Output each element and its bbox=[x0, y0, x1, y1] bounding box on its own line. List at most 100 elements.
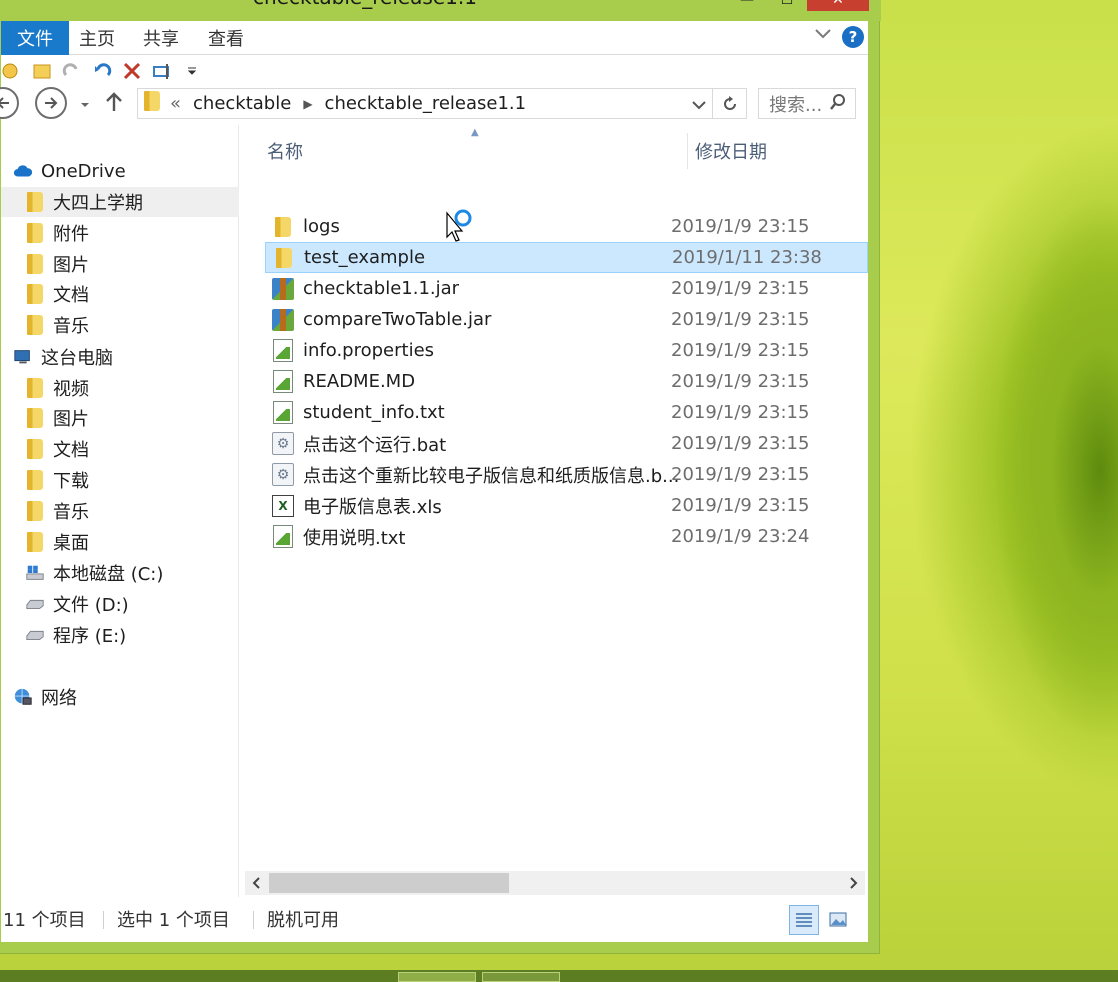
file-date: 2019/1/9 23:15 bbox=[671, 371, 810, 392]
scrollbar-thumb[interactable] bbox=[269, 873, 509, 893]
taskbar-item[interactable] bbox=[482, 972, 560, 982]
tab-file[interactable]: 文件 bbox=[1, 21, 69, 55]
details-view-button[interactable] bbox=[789, 905, 819, 935]
cloud-icon bbox=[13, 161, 33, 181]
horizontal-scrollbar[interactable] bbox=[245, 871, 865, 895]
search-placeholder: 搜索... bbox=[769, 94, 823, 116]
sidebar-item[interactable]: 桌面 bbox=[1, 527, 239, 557]
breadcrumb-release[interactable]: checktable_release1.1 bbox=[325, 93, 527, 114]
column-header-date[interactable]: 修改日期 bbox=[695, 125, 767, 177]
delete-icon[interactable] bbox=[121, 60, 143, 82]
tab-view[interactable]: 查看 bbox=[208, 21, 244, 55]
search-icon[interactable] bbox=[829, 93, 847, 116]
file-row[interactable]: ⚙ 点击这个重新比较电子版信息和纸质版信息.b... 2019/1/9 23:15 bbox=[265, 459, 868, 490]
properties-icon[interactable] bbox=[1, 60, 23, 82]
arrow-left-icon bbox=[0, 97, 9, 109]
sidebar-item[interactable]: 文件 (D:) bbox=[1, 589, 239, 619]
sidebar-item-label: 文档 bbox=[53, 440, 89, 461]
file-name: 点击这个重新比较电子版信息和纸质版信息.b... bbox=[303, 465, 680, 487]
maximize-button[interactable]: ☐ bbox=[767, 0, 807, 11]
file-row[interactable]: 使用说明.txt 2019/1/9 23:24 bbox=[265, 521, 868, 552]
sidebar-item[interactable]: 图片 bbox=[1, 403, 239, 433]
chevron-right-icon[interactable]: ▶ bbox=[303, 97, 312, 111]
details-view-icon bbox=[796, 913, 812, 927]
sidebar-item-label: 图片 bbox=[53, 409, 89, 430]
sidebar-item[interactable]: 视频 bbox=[1, 373, 239, 403]
status-item-count: 11 个项目 bbox=[3, 910, 86, 931]
tab-home[interactable]: 主页 bbox=[79, 21, 115, 55]
file-row[interactable]: student_info.txt 2019/1/9 23:15 bbox=[265, 397, 868, 428]
help-button[interactable]: ? bbox=[842, 26, 864, 48]
refresh-button[interactable] bbox=[713, 88, 747, 119]
file-row[interactable]: ⚙ 点击这个运行.bat 2019/1/9 23:15 bbox=[265, 428, 868, 459]
jar-file-icon bbox=[271, 308, 295, 332]
sidebar-item-label: 文件 (D:) bbox=[53, 595, 129, 616]
column-header-name[interactable]: 名称 bbox=[267, 125, 303, 177]
sidebar-item[interactable]: 程序 (E:) bbox=[1, 620, 239, 650]
file-name: 使用说明.txt bbox=[303, 527, 406, 549]
sidebar-item[interactable]: 大四上学期 bbox=[1, 187, 239, 217]
path-overflow[interactable]: « bbox=[170, 93, 181, 114]
sidebar-item-label: OneDrive bbox=[41, 160, 126, 182]
tab-share[interactable]: 共享 bbox=[143, 21, 179, 55]
minimize-button[interactable]: — bbox=[727, 0, 767, 11]
file-date: 2019/1/11 23:38 bbox=[672, 247, 822, 268]
customize-toolbar-icon[interactable] bbox=[181, 60, 203, 82]
sidebar-item-label: 音乐 bbox=[53, 316, 89, 337]
file-row[interactable]: info.properties 2019/1/9 23:15 bbox=[265, 335, 868, 366]
sidebar-item[interactable]: 下载 bbox=[1, 465, 239, 495]
drive-icon bbox=[25, 625, 45, 645]
arrow-right-icon bbox=[45, 97, 58, 109]
folder-icon bbox=[144, 91, 160, 116]
desktop-wallpaper bbox=[900, 0, 1118, 982]
new-folder-icon[interactable] bbox=[31, 60, 53, 82]
sidebar-item[interactable]: 文档 bbox=[1, 434, 239, 464]
folder-icon bbox=[25, 408, 45, 428]
column-divider[interactable] bbox=[687, 133, 688, 169]
file-date: 2019/1/9 23:15 bbox=[671, 340, 810, 361]
taskbar-item[interactable] bbox=[398, 972, 476, 982]
file-row[interactable]: logs 2019/1/9 23:15 bbox=[265, 211, 868, 242]
sidebar-item[interactable]: OneDrive bbox=[1, 156, 239, 186]
folder-icon bbox=[25, 470, 45, 490]
large-icons-view-icon bbox=[829, 912, 847, 927]
sidebar-item[interactable]: 附件 bbox=[1, 218, 239, 248]
status-divider bbox=[103, 911, 104, 929]
sidebar-item-label: 下载 bbox=[53, 471, 89, 492]
file-row[interactable]: compareTwoTable.jar 2019/1/9 23:15 bbox=[265, 304, 868, 335]
scroll-left-icon[interactable] bbox=[245, 871, 267, 895]
address-bar[interactable]: « checktable ▶ checktable_release1.1 bbox=[137, 88, 713, 119]
file-row[interactable]: X 电子版信息表.xls 2019/1/9 23:15 bbox=[265, 490, 868, 521]
chevron-down-icon[interactable] bbox=[814, 25, 832, 44]
ribbon-tabs: 文件 主页 共享 查看 ? bbox=[1, 21, 868, 55]
scroll-right-icon[interactable] bbox=[843, 871, 865, 895]
file-row[interactable]: checktable1.1.jar 2019/1/9 23:15 bbox=[265, 273, 868, 304]
sidebar-item[interactable]: 音乐 bbox=[1, 496, 239, 526]
title-bar[interactable]: checktable_release1.1 — ☐ ✕ bbox=[0, 0, 881, 21]
redo-icon[interactable] bbox=[61, 60, 83, 82]
chevron-down-icon[interactable] bbox=[692, 95, 706, 116]
recent-locations-icon[interactable] bbox=[79, 95, 91, 116]
file-name: info.properties bbox=[303, 340, 435, 361]
rename-icon[interactable] bbox=[151, 60, 173, 82]
folder-icon bbox=[25, 532, 45, 552]
close-button[interactable]: ✕ bbox=[807, 0, 869, 11]
large-icons-view-button[interactable] bbox=[823, 905, 853, 935]
sidebar-item[interactable]: 这台电脑 bbox=[1, 342, 239, 372]
breadcrumb-checktable[interactable]: checktable bbox=[193, 93, 291, 114]
sidebar-item[interactable]: 音乐 bbox=[1, 310, 239, 340]
search-input[interactable]: 搜索... bbox=[758, 88, 856, 119]
sidebar-item[interactable]: 网络 bbox=[1, 682, 239, 712]
file-row[interactable]: README.MD 2019/1/9 23:15 bbox=[265, 366, 868, 397]
sidebar-item[interactable]: 文档 bbox=[1, 279, 239, 309]
undo-icon[interactable] bbox=[91, 60, 113, 82]
back-button[interactable] bbox=[0, 87, 19, 119]
folder-icon bbox=[25, 315, 45, 335]
file-row[interactable]: test_example 2019/1/11 23:38 bbox=[265, 242, 868, 273]
sidebar-item-label: 视频 bbox=[53, 379, 89, 400]
sidebar-item[interactable]: 本地磁盘 (C:) bbox=[1, 558, 239, 588]
txt-file-icon bbox=[271, 401, 295, 425]
sidebar-item[interactable]: 图片 bbox=[1, 249, 239, 279]
up-arrow-icon[interactable] bbox=[105, 91, 123, 118]
forward-button[interactable] bbox=[35, 87, 67, 119]
